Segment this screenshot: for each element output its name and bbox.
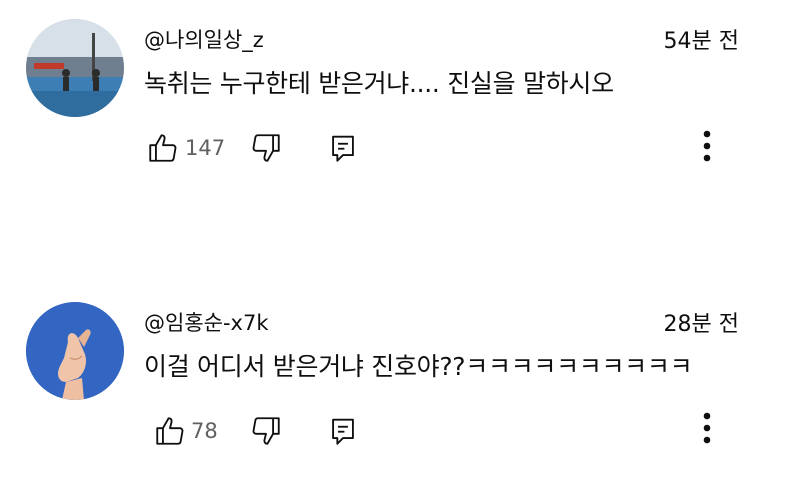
like-count: 78 [191,419,218,443]
thumbs-down-icon[interactable] [249,414,283,448]
comment-text: 이걸 어디서 받은거냐 진호야??ㅋㅋㅋㅋㅋㅋㅋㅋㅋㅋ [144,352,693,381]
comment-item: @임홍순-x7k 28분 전 이걸 어디서 받은거냐 진호야??ㅋㅋㅋㅋㅋㅋㅋㅋ… [0,0,791,482]
thumbs-up-icon[interactable] [153,414,187,448]
more-vertical-icon[interactable] [697,410,717,450]
comment-author[interactable]: @임홍순-x7k [144,307,269,337]
reply-icon[interactable] [326,414,360,448]
avatar[interactable] [26,302,124,400]
comment-timestamp: 28분 전 [663,312,739,337]
